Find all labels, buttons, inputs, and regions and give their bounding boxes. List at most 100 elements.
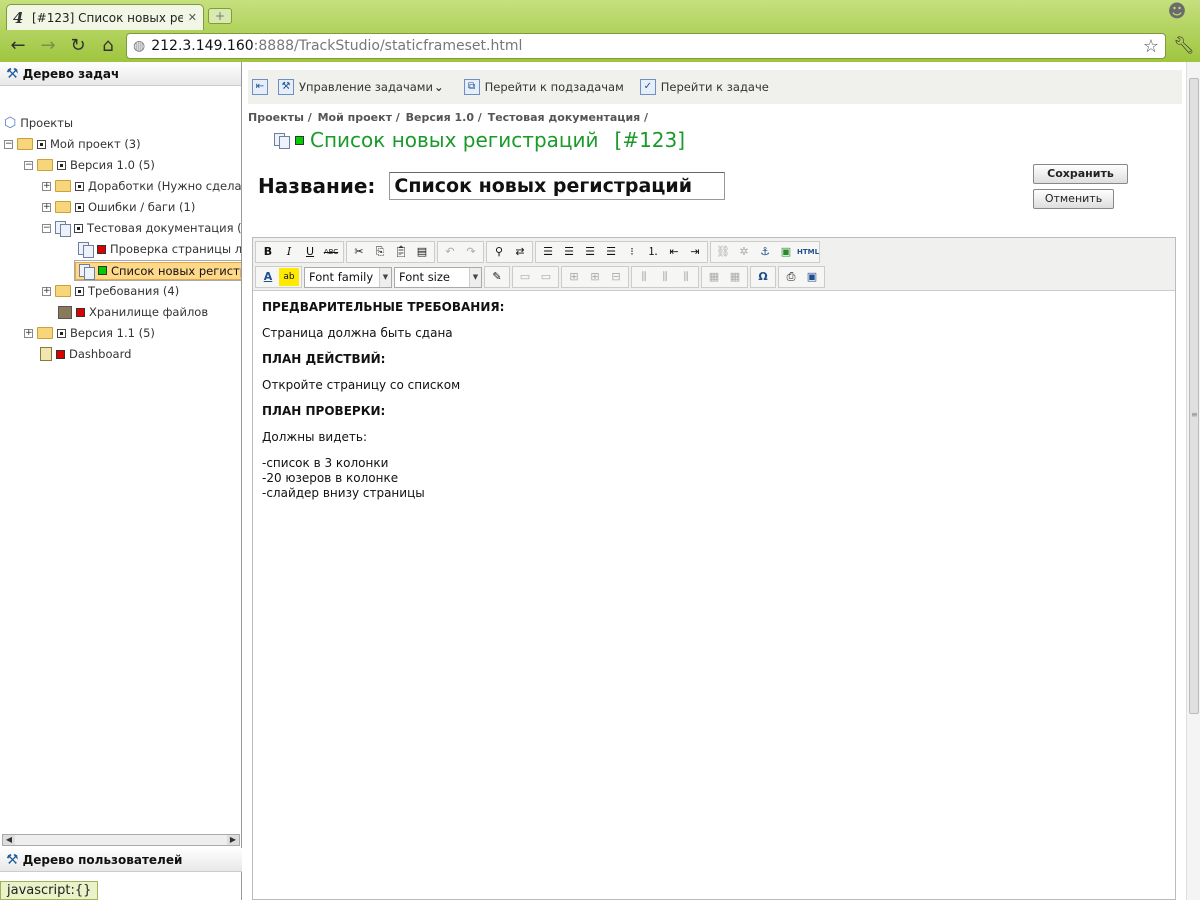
- split-cells-icon[interactable]: ▦: [704, 268, 724, 286]
- scroll-left-icon[interactable]: ◀: [3, 835, 15, 845]
- tree-node-version-1-1[interactable]: + Версия 1.1 (5): [24, 323, 155, 343]
- editor-content[interactable]: ПРЕДВАРИТЕЛЬНЫЕ ТРЕБОВАНИЯ: Страница дол…: [262, 300, 1167, 501]
- col-before-icon[interactable]: ⫼: [634, 268, 654, 286]
- collapse-icon[interactable]: −: [42, 223, 51, 233]
- forward-icon[interactable]: →: [36, 34, 60, 58]
- main-vertical-scrollbar[interactable]: ≡: [1186, 62, 1200, 900]
- tree-node-my-project[interactable]: − Мой проект (3): [4, 134, 141, 154]
- format-group: B I U ABC: [255, 241, 344, 263]
- delete-row-icon[interactable]: ⊟: [606, 268, 626, 286]
- font-family-select[interactable]: Font family ▼: [304, 266, 392, 288]
- indent-icon[interactable]: ⇥: [685, 243, 705, 261]
- task-tree-header[interactable]: ⚒ Дерево задач: [0, 62, 241, 86]
- collapse-icon[interactable]: −: [4, 139, 13, 149]
- tree-node-login-check[interactable]: Проверка страницы логина: [78, 239, 241, 259]
- numbered-list-icon[interactable]: ⒈: [643, 243, 663, 261]
- outdent-icon[interactable]: ⇤: [664, 243, 684, 261]
- align-justify-icon[interactable]: ☰: [601, 243, 621, 261]
- find-icon[interactable]: ⚲: [489, 243, 509, 261]
- expand-icon[interactable]: +: [42, 286, 51, 296]
- home-icon[interactable]: ⌂: [96, 34, 120, 58]
- collapse-panel-button[interactable]: ⇤: [252, 79, 268, 95]
- go-to-subtasks-button[interactable]: ⧉ Перейти к подзадачам: [463, 79, 624, 95]
- text-color-icon[interactable]: A: [258, 268, 278, 286]
- anchor-icon[interactable]: ⚓: [755, 243, 775, 261]
- tree-node-label: Требования (4): [88, 284, 180, 298]
- html-source-icon[interactable]: HTML: [797, 243, 819, 261]
- breadcrumb-projects[interactable]: Проекты /: [248, 111, 312, 124]
- align-left-icon[interactable]: ☰: [538, 243, 558, 261]
- tree-node-label: Ошибки / баги (1): [88, 200, 196, 214]
- scrollbar-thumb[interactable]: [1189, 78, 1199, 714]
- font-size-value: Font size: [399, 270, 450, 284]
- font-size-select[interactable]: Font size ▼: [394, 266, 482, 288]
- align-right-icon[interactable]: ☰: [580, 243, 600, 261]
- reload-icon[interactable]: ↻: [66, 34, 90, 58]
- bookmark-star-icon[interactable]: ☆: [1143, 36, 1159, 57]
- browser-tab[interactable]: 4 [#123] Список новых регистраций ✕: [6, 4, 204, 30]
- image-icon[interactable]: ▣: [776, 243, 796, 261]
- paste-icon[interactable]: 📋︎: [391, 243, 411, 261]
- incognito-owl-icon: ☻: [1167, 1, 1187, 22]
- breadcrumb-version[interactable]: Версия 1.0 /: [406, 111, 482, 124]
- redo-icon[interactable]: ↷: [461, 243, 481, 261]
- replace-icon[interactable]: ⇄: [510, 243, 530, 261]
- edit-style-icon[interactable]: ✎: [487, 268, 507, 286]
- bold-icon[interactable]: B: [258, 243, 278, 261]
- tree-node-test-docs[interactable]: − Тестовая документация (2): [42, 218, 241, 238]
- wrench-menu-icon[interactable]: 🔧︎: [1172, 34, 1196, 58]
- save-button[interactable]: Сохранить: [1033, 164, 1128, 184]
- users-tree-header[interactable]: ⚒ Дерево пользователей: [0, 848, 242, 872]
- collapse-icon[interactable]: −: [24, 160, 33, 170]
- folder-icon: [37, 327, 53, 339]
- breadcrumb-my-project[interactable]: Мой проект /: [318, 111, 400, 124]
- fullscreen-icon[interactable]: ▣: [802, 268, 822, 286]
- tree-horizontal-scrollbar[interactable]: ◀ ▶: [2, 834, 240, 846]
- paste-word-icon[interactable]: ▤: [412, 243, 432, 261]
- breadcrumb-test-docs[interactable]: Тестовая документация /: [488, 111, 648, 124]
- bullet-list-icon[interactable]: ⁝: [622, 243, 642, 261]
- link-icon[interactable]: ⛓: [713, 243, 733, 261]
- align-center-icon[interactable]: ☰: [559, 243, 579, 261]
- tab-close-icon[interactable]: ✕: [188, 11, 197, 24]
- special-char-icon[interactable]: Ω: [753, 268, 773, 286]
- tree-node-projects[interactable]: ⬡ Проекты: [4, 113, 73, 133]
- name-input[interactable]: [389, 172, 726, 200]
- highlight-color-icon[interactable]: ab: [279, 268, 299, 286]
- tree-node-bugs[interactable]: + Ошибки / баги (1): [42, 197, 195, 217]
- unlink-icon[interactable]: ✲: [734, 243, 754, 261]
- delete-col-icon[interactable]: ⫼: [676, 268, 696, 286]
- tree-node-label: Список новых регистраций: [111, 263, 241, 278]
- table-cell-props-icon[interactable]: ▭: [536, 268, 556, 286]
- undo-icon[interactable]: ↶: [440, 243, 460, 261]
- row-after-icon[interactable]: ⊞: [585, 268, 605, 286]
- col-after-icon[interactable]: ⫼: [655, 268, 675, 286]
- manage-tasks-menu[interactable]: ⚒ Управление задачами ⌄: [278, 79, 444, 95]
- expand-icon[interactable]: +: [24, 328, 33, 338]
- tree-node-requirements[interactable]: + Требования (4): [42, 281, 179, 301]
- content-paragraph: Должны видеть:: [262, 430, 367, 444]
- underline-icon[interactable]: U: [300, 243, 320, 261]
- new-tab-button[interactable]: +: [208, 8, 232, 24]
- copy-icon[interactable]: ⎘: [370, 243, 390, 261]
- italic-icon[interactable]: I: [279, 243, 299, 261]
- tree-node-version-1-0[interactable]: − Версия 1.0 (5): [24, 155, 155, 175]
- go-to-task-button[interactable]: ✓ Перейти к задаче: [639, 79, 769, 95]
- strikethrough-icon[interactable]: ABC: [321, 243, 341, 261]
- address-bar[interactable]: ◍ 212.3.149.160:8888/TrackStudio/staticf…: [126, 33, 1166, 59]
- tree-node-file-storage[interactable]: Хранилище файлов: [58, 302, 208, 322]
- merge-cells-icon[interactable]: ▦: [725, 268, 745, 286]
- tree-node-new-registrations[interactable]: Список новых регистраций: [74, 260, 241, 281]
- expand-icon[interactable]: +: [42, 202, 51, 212]
- scroll-right-icon[interactable]: ▶: [227, 835, 239, 845]
- cancel-button[interactable]: Отменить: [1033, 189, 1114, 209]
- tree-node-dashboard[interactable]: Dashboard: [40, 344, 131, 364]
- back-icon[interactable]: ←: [6, 34, 30, 58]
- table-row-props-icon[interactable]: ▭: [515, 268, 535, 286]
- print-icon[interactable]: ⎙: [781, 268, 801, 286]
- tree-node-improvements[interactable]: + Доработки (Нужно сделать): [42, 176, 241, 196]
- expand-icon[interactable]: +: [42, 181, 51, 191]
- status-red-icon: [56, 349, 65, 359]
- cut-icon[interactable]: ✂: [349, 243, 369, 261]
- row-before-icon[interactable]: ⊞: [564, 268, 584, 286]
